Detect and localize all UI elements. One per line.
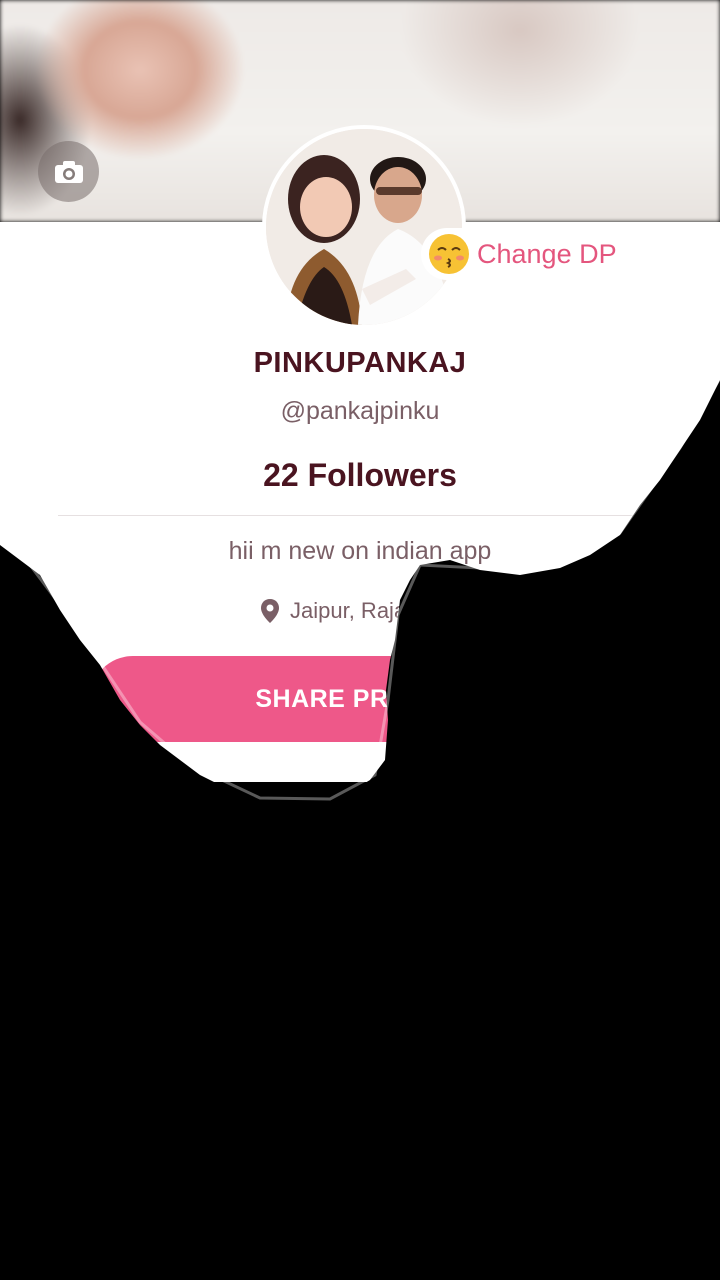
profile-name: PINKUPANKAJ bbox=[253, 347, 467, 379]
profile-bio: hii m new on indian app bbox=[228, 537, 492, 565]
camera-icon bbox=[54, 160, 83, 183]
profile-handle: @pankajpinku bbox=[280, 397, 440, 425]
location-text: Jaipur, Rajasthan bbox=[290, 598, 460, 623]
change-dp-button[interactable]: Change DP bbox=[421, 228, 633, 280]
kissing-face-icon bbox=[429, 234, 469, 274]
change-cover-button[interactable] bbox=[38, 141, 99, 202]
divider bbox=[58, 515, 662, 516]
location-pin-icon bbox=[261, 599, 279, 623]
share-profile-button[interactable]: SHARE PROFILE bbox=[90, 656, 630, 742]
profile-location: Jaipur, Rajasthan bbox=[0, 598, 720, 624]
profile-avatar[interactable] bbox=[262, 125, 466, 329]
followers-count[interactable]: 22 Followers bbox=[0, 457, 720, 494]
change-dp-label: Change DP bbox=[477, 238, 617, 269]
